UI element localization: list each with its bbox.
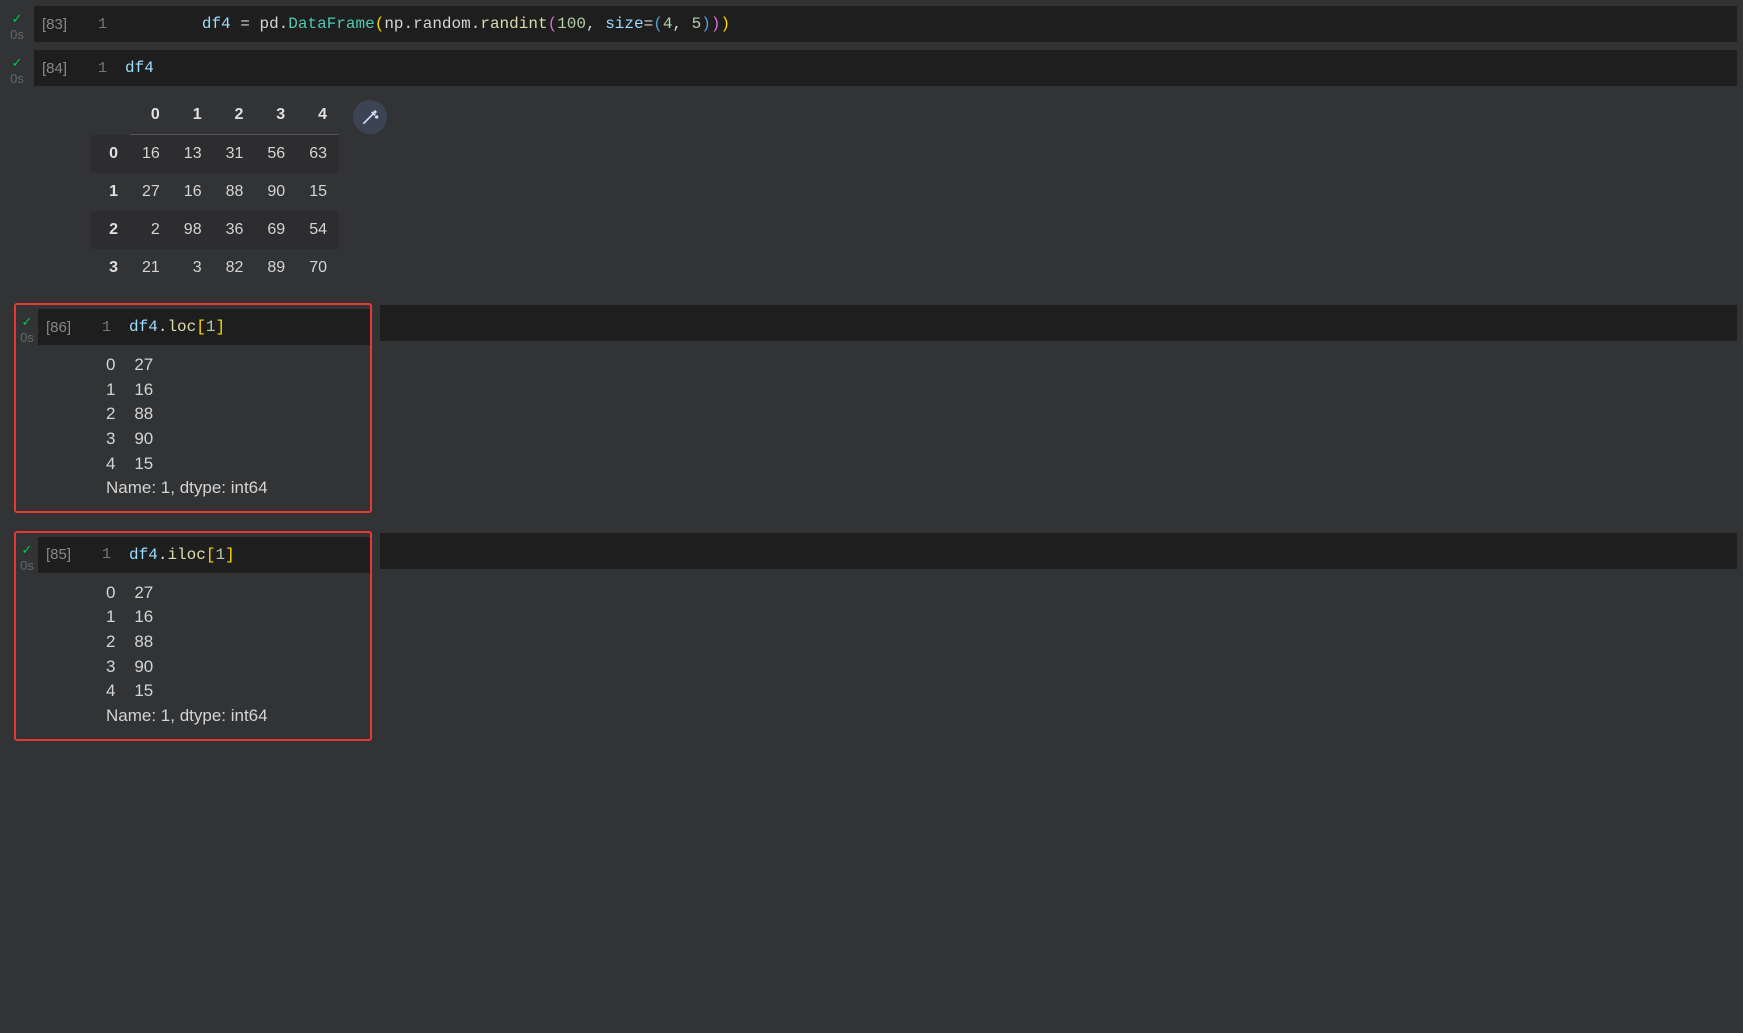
column-header: 4	[297, 96, 339, 135]
code-input[interactable]: [85] 1 df4.iloc[1]	[38, 537, 370, 573]
cell-value: 21	[130, 249, 172, 287]
table-row: 12716889015	[90, 173, 339, 211]
series-output: 0 27 1 16 2 88 3 90 4 15 Name: 1, dtype:…	[106, 581, 370, 729]
row-index: 1	[90, 173, 130, 211]
cell-gutter: ✓ 0s	[0, 6, 34, 42]
code-input[interactable]: [84] 1 df4	[34, 50, 1737, 86]
exec-count: [85]	[44, 544, 73, 565]
cell-value: 54	[297, 211, 339, 249]
dataframe-table[interactable]: 0123401613315663127168890152298366954321…	[90, 96, 339, 287]
column-header: 2	[214, 96, 256, 135]
cell-value: 31	[214, 135, 256, 174]
cell-value: 88	[214, 173, 256, 211]
code-text: df4	[125, 59, 154, 77]
line-number: 1	[79, 60, 107, 77]
code-input[interactable]: [86] 1 df4.loc[1]	[38, 309, 370, 345]
table-row: 01613315663	[90, 135, 339, 174]
exec-count: [86]	[44, 317, 73, 338]
cell-value: 13	[172, 135, 214, 174]
line-number: 1	[83, 546, 111, 563]
line-number: 1	[79, 16, 107, 33]
table-row: 2298366954	[90, 211, 339, 249]
code-input-continuation[interactable]	[380, 305, 1737, 341]
highlight-box: ✓ 0s [86] 1 df4.loc[1] 0 27 1 16 2 88 3 …	[14, 303, 372, 513]
column-header: 1	[172, 96, 214, 135]
line-number: 1	[83, 319, 111, 336]
exec-count: [84]	[40, 58, 69, 79]
exec-time: 0s	[10, 27, 24, 42]
code-cell: ✓ 0s [83] 1 df4 = pd.DataFrame(np.random…	[0, 6, 1743, 42]
cell-value: 2	[130, 211, 172, 249]
exec-count: [83]	[40, 14, 69, 35]
code-cell: ✓ 0s [84] 1 df4 012340161331566312716889…	[0, 50, 1743, 287]
row-index: 0	[90, 135, 130, 174]
cell-value: 15	[297, 173, 339, 211]
code-text: df4.iloc[1]	[129, 546, 235, 564]
cell-gutter: ✓ 0s	[16, 309, 38, 345]
code-input-continuation[interactable]	[380, 533, 1737, 569]
magic-wand-icon[interactable]	[353, 100, 387, 134]
cell-value: 98	[172, 211, 214, 249]
exec-time: 0s	[20, 330, 34, 345]
cell-value: 16	[130, 135, 172, 174]
code-text: df4.loc[1]	[129, 318, 225, 336]
cell-value: 70	[297, 249, 339, 287]
cell-gutter: ✓ 0s	[16, 537, 38, 573]
check-icon: ✓	[22, 543, 33, 556]
cell-value: 56	[255, 135, 297, 174]
row-index: 2	[90, 211, 130, 249]
cell-value: 16	[172, 173, 214, 211]
cell-output: 0123401613315663127168890152298366954321…	[90, 96, 1743, 287]
series-output: 0 27 1 16 2 88 3 90 4 15 Name: 1, dtype:…	[106, 353, 370, 501]
code-text: df4 = pd.DataFrame(np.random.randint(100…	[125, 0, 730, 51]
cell-gutter: ✓ 0s	[0, 50, 34, 86]
exec-time: 0s	[10, 71, 24, 86]
cell-value: 82	[214, 249, 256, 287]
check-icon: ✓	[12, 12, 23, 25]
code-input[interactable]: [83] 1 df4 = pd.DataFrame(np.random.rand…	[34, 6, 1737, 42]
row-index: 3	[90, 249, 130, 287]
column-header: 0	[130, 96, 172, 135]
check-icon: ✓	[12, 56, 23, 69]
column-header: 3	[255, 96, 297, 135]
cell-value: 89	[255, 249, 297, 287]
check-icon: ✓	[22, 315, 33, 328]
cell-value: 63	[297, 135, 339, 174]
table-row: 3213828970	[90, 249, 339, 287]
cell-value: 90	[255, 173, 297, 211]
highlight-box: ✓ 0s [85] 1 df4.iloc[1] 0 27 1 16 2 88 3…	[14, 531, 372, 741]
exec-time: 0s	[20, 558, 34, 573]
cell-value: 27	[130, 173, 172, 211]
cell-value: 69	[255, 211, 297, 249]
cell-value: 3	[172, 249, 214, 287]
cell-value: 36	[214, 211, 256, 249]
